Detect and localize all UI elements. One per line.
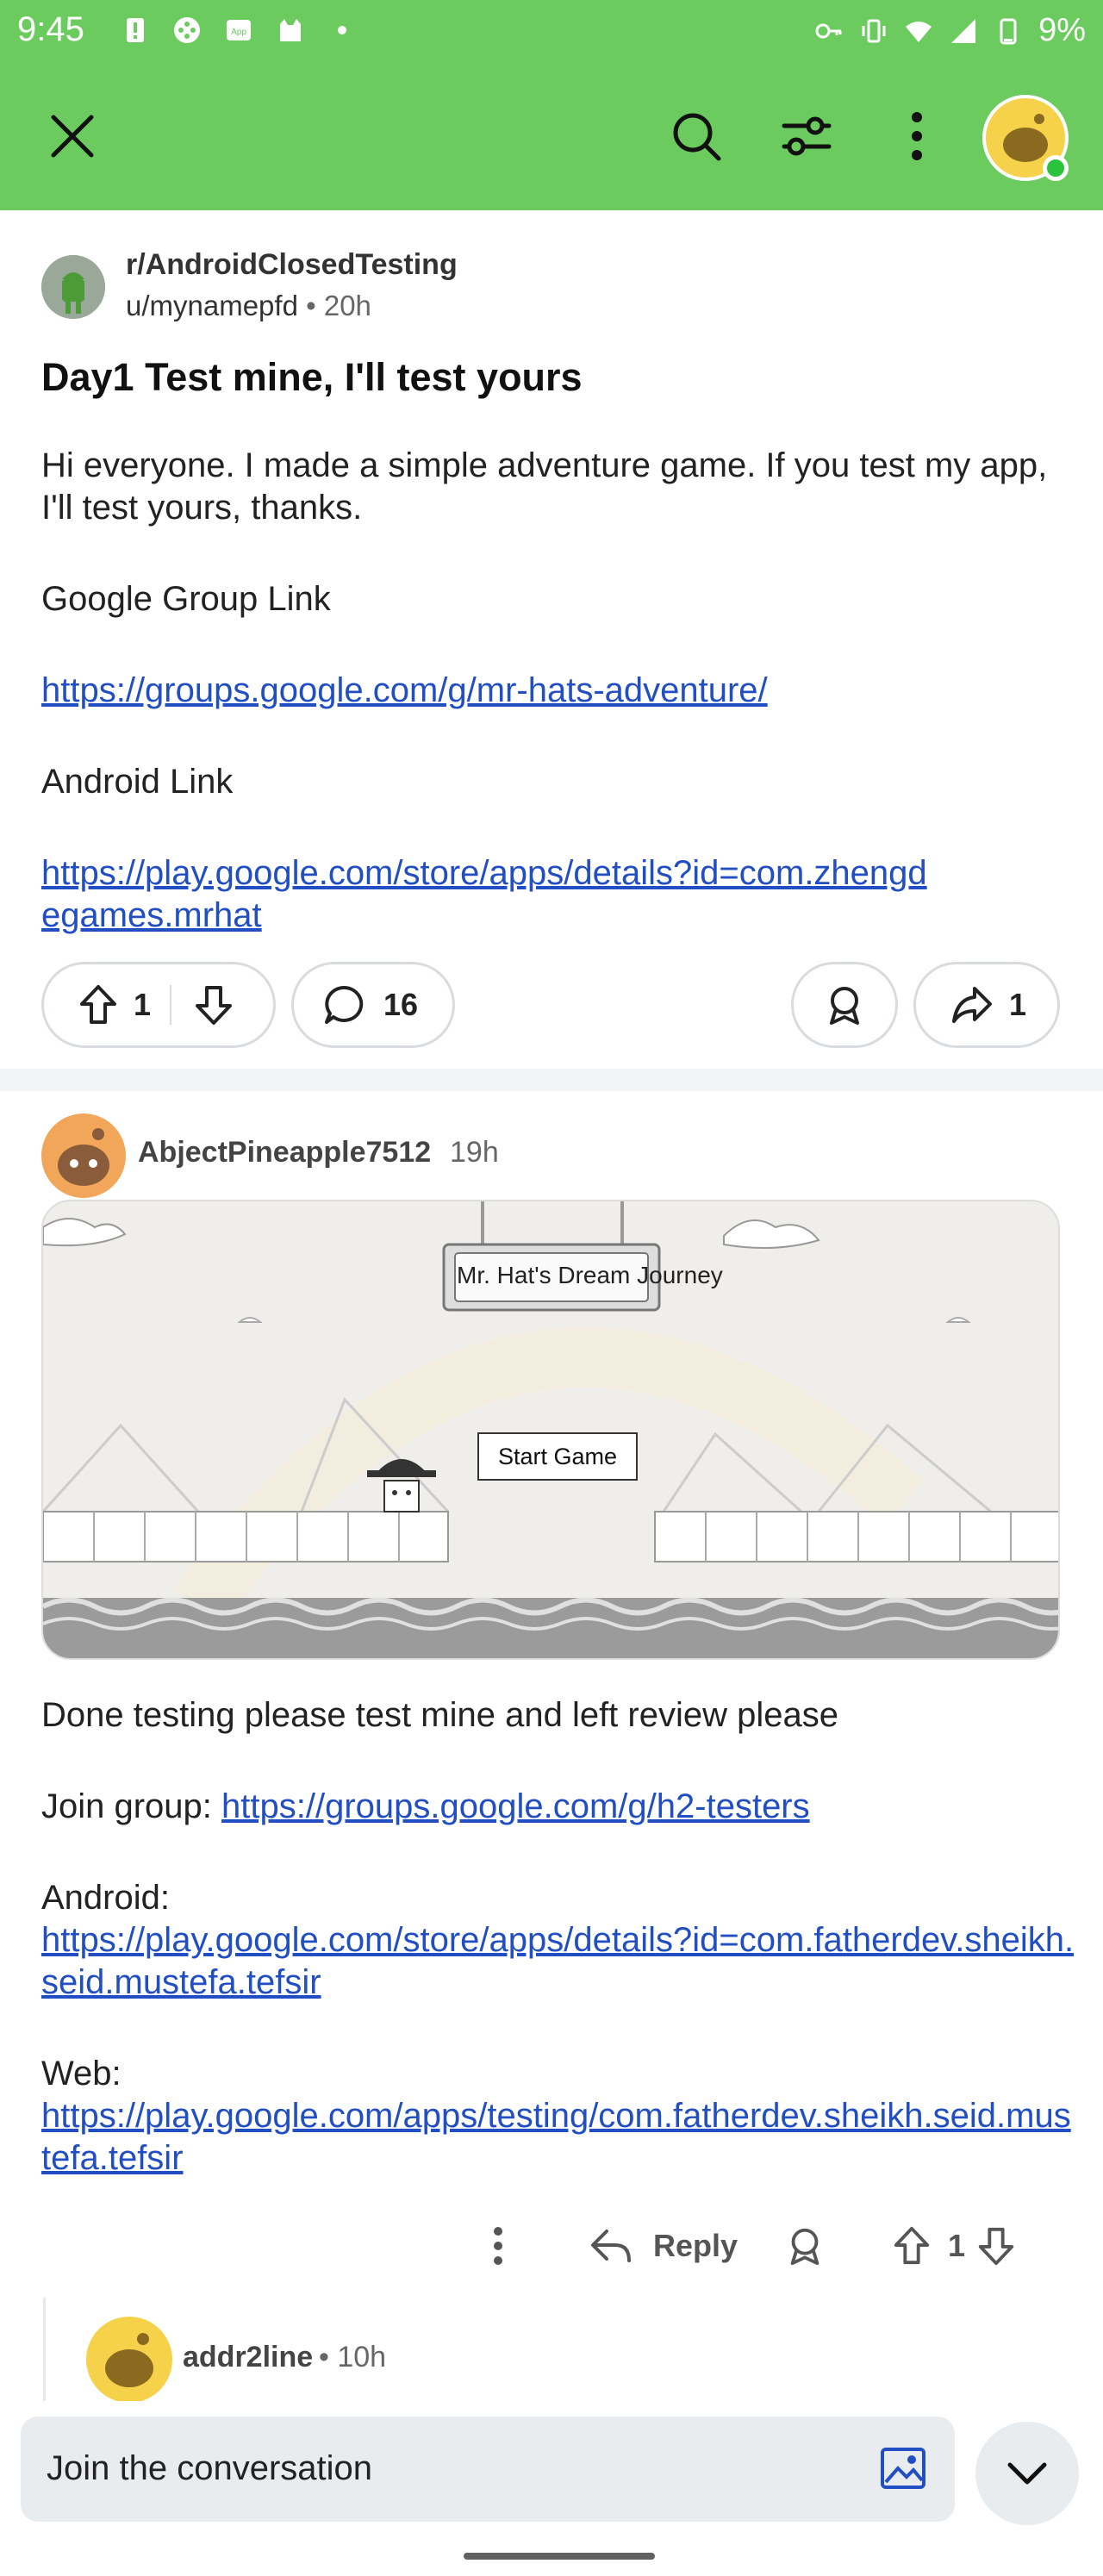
home-indicator[interactable] — [464, 2553, 655, 2560]
chevron-down-icon — [1007, 2462, 1047, 2485]
group-link[interactable]: https://groups.google.com/g/mr-hats-adve… — [41, 671, 768, 709]
join-group-label: Join group: — [41, 1787, 222, 1825]
android-store-link[interactable]: https://play.google.com/store/apps/detai… — [41, 1921, 1074, 2001]
share-button[interactable]: 1 — [913, 962, 1060, 1048]
search-button[interactable] — [662, 102, 731, 171]
battery-percent: 9% — [1038, 12, 1086, 48]
top-bar: 9:45 App 9% — [0, 0, 1103, 210]
award-icon — [830, 987, 859, 1025]
cat-icon — [280, 19, 301, 41]
search-icon — [673, 113, 721, 161]
share-icon — [952, 987, 992, 1023]
post-meta: u/mynamepfd • 20h — [126, 290, 371, 322]
game-title: Mr. Hat's Dream Journey — [457, 1262, 723, 1288]
wifi-icon — [906, 21, 932, 42]
user-avatar[interactable] — [982, 95, 1069, 181]
post-title: Day1 Test mine, I'll test yours — [41, 355, 583, 399]
composer-placeholder: Join the conversation — [47, 2449, 373, 2487]
downvote-icon[interactable] — [975, 2225, 1017, 2267]
status-time: 9:45 — [17, 10, 84, 48]
comment-award-button[interactable] — [784, 2211, 826, 2280]
post-time: 20h — [323, 290, 371, 321]
comment-vote: 1 — [891, 2211, 1017, 2280]
thread-line[interactable] — [43, 2298, 46, 2401]
android-link-label: Android Link — [41, 763, 234, 801]
comment-count: 16 — [383, 987, 419, 1022]
section-divider — [0, 1069, 1103, 1091]
close-button[interactable] — [38, 102, 107, 171]
vote-pill: 1 — [41, 962, 276, 1048]
award-icon — [790, 2228, 819, 2266]
commenter-avatar[interactable] — [41, 1113, 126, 1198]
group-link-label: Google Group Link — [41, 580, 331, 618]
reply-author-avatar[interactable] — [86, 2317, 172, 2403]
post-author[interactable]: u/mynamepfd — [126, 290, 298, 321]
web-label: Web: — [41, 2055, 122, 2093]
comments-button[interactable]: 16 — [291, 962, 455, 1048]
online-indicator — [1043, 155, 1069, 181]
subreddit-name[interactable]: r/AndroidClosedTesting — [126, 248, 458, 282]
more-vertical-icon — [494, 2227, 502, 2265]
collapse-button[interactable] — [975, 2422, 1079, 2525]
post-actions: 1 16 1 — [0, 962, 1103, 1048]
dot-icon — [338, 26, 346, 34]
battery-icon — [1000, 18, 1017, 44]
join-conversation-input[interactable]: Join the conversation — [21, 2417, 955, 2522]
subreddit-avatar[interactable] — [41, 255, 105, 319]
game-controller-icon — [174, 17, 200, 43]
comment-actions: Reply 1 — [0, 2211, 1103, 2280]
android-robot-icon — [41, 255, 105, 319]
reply-label: Reply — [653, 2228, 738, 2263]
comment-icon — [325, 985, 364, 1024]
reply-author[interactable]: addr2line — [183, 2341, 313, 2374]
comment-composer: Join the conversation — [0, 2401, 1103, 2548]
more-options-button[interactable] — [882, 102, 951, 171]
close-icon — [51, 115, 94, 158]
upvote-icon[interactable] — [891, 2225, 932, 2267]
vibrate-icon — [862, 19, 886, 42]
reply-meta: • 10h — [319, 2341, 386, 2374]
downvote-icon[interactable] — [192, 983, 235, 1026]
android-link[interactable]: https://play.google.com/store/apps/detai… — [41, 854, 927, 934]
sort-icon — [782, 116, 832, 156]
game-screenshot[interactable]: Mr. Hat's Dream Journey Start Game — [41, 1200, 1060, 1660]
vote-divider — [170, 985, 172, 1025]
sort-button[interactable] — [772, 102, 841, 171]
android-label: Android: — [41, 1879, 170, 1917]
status-bar: 9:45 App 9% — [0, 0, 1103, 65]
post-intro: Hi everyone. I made a simple adventure g… — [41, 446, 1048, 527]
more-vertical-icon — [912, 112, 922, 160]
alert-icon — [127, 18, 144, 42]
comment-body: Done testing please test mine and left r… — [41, 1694, 1075, 2229]
comment-vote-count: 1 — [948, 2228, 966, 2263]
comment-time: 19h — [450, 1136, 499, 1169]
snoo-avatar-icon — [105, 2333, 153, 2387]
comment-line1: Done testing please test mine and left r… — [41, 1696, 838, 1734]
reply-time: 10h — [337, 2341, 387, 2373]
post-body: Hi everyone. I made a simple adventure g… — [41, 445, 1058, 986]
upvote-icon[interactable] — [77, 983, 120, 1026]
snoo-avatar-icon — [58, 1128, 109, 1186]
svg-text:App: App — [231, 28, 246, 37]
app-icon: App — [227, 20, 251, 41]
commenter-name[interactable]: AbjectPineapple7512 — [138, 1136, 431, 1169]
reply-separator: • — [319, 2341, 329, 2373]
award-button[interactable] — [791, 962, 898, 1048]
join-group-link[interactable]: https://groups.google.com/g/h2-testers — [221, 1787, 810, 1825]
reply-icon — [591, 2230, 631, 2262]
meta-separator: • — [306, 290, 316, 321]
system-icons: 9% — [814, 12, 1086, 49]
web-testing-link[interactable]: https://play.google.com/apps/testing/com… — [41, 2097, 1071, 2177]
game-start-button: Start Game — [477, 1432, 638, 1481]
notification-icons: App — [121, 16, 357, 45]
share-count: 1 — [1009, 987, 1027, 1022]
vote-count: 1 — [134, 987, 152, 1022]
key-icon — [815, 23, 842, 38]
app-bar — [0, 79, 1103, 193]
reply-button[interactable]: Reply — [589, 2211, 738, 2280]
signal-icon — [951, 18, 976, 43]
image-upload-icon[interactable] — [877, 2442, 929, 2494]
comment-more-button[interactable] — [491, 2211, 505, 2280]
